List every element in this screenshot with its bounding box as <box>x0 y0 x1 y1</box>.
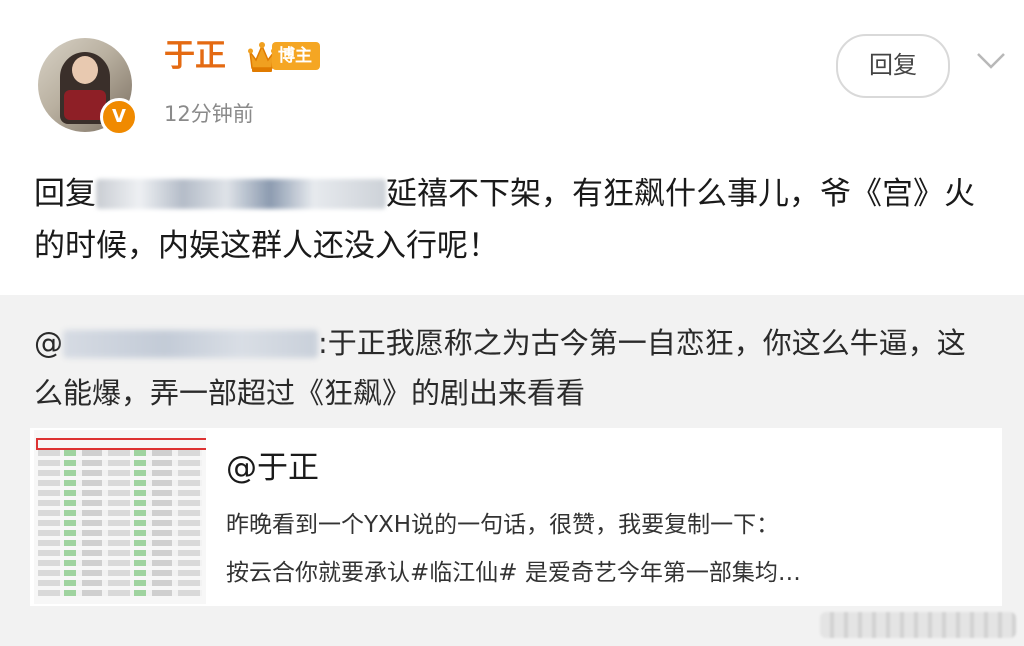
post-time: 12分钟前 <box>164 102 254 126</box>
card-thumbnail[interactable] <box>34 430 206 604</box>
redacted-username <box>96 179 386 209</box>
redacted-mention <box>63 330 318 358</box>
chevron-down-icon[interactable] <box>974 48 1008 72</box>
card-text-line-1: 昨晚看到一个YXH说的一句话，很赞，我要复制一下： <box>226 512 780 538</box>
card-text-line-2: 按云合你就要承认#临江仙# 是爱奇艺今年第一部集均… <box>226 560 801 586</box>
verified-v-icon: V <box>100 98 138 136</box>
reply-button[interactable]: 回复 <box>836 34 950 98</box>
thumbnail-highlight <box>36 438 206 450</box>
blogger-badge: 博主 <box>272 42 320 70</box>
quoted-post-text: @:于正我愿称之为古今第一自恋狂，你这么牛逼，这么能爆，弄一部超过《狂飙》的剧出… <box>34 318 994 418</box>
author-name[interactable]: 于正 <box>164 34 226 78</box>
blurred-watermark <box>820 612 1016 638</box>
mention-at: @ <box>34 326 63 360</box>
card-title[interactable]: @于正 <box>226 446 319 490</box>
avatar-face <box>72 56 98 84</box>
post-body: 回复 延禧不下架，有狂飙什么事儿，爷《宫》火的时候，内娱这群人还没入行呢！ <box>34 168 994 272</box>
reply-prefix: 回复 <box>34 176 96 212</box>
post-header: V 于正 博主 12分钟前 回复 <box>0 0 1024 160</box>
